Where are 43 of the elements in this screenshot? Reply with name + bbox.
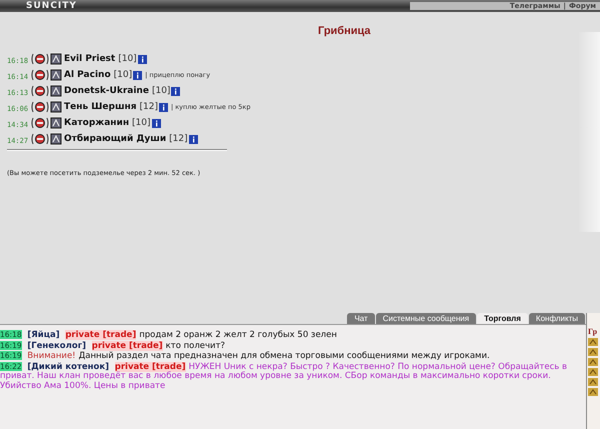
location-title: Грибница xyxy=(318,25,372,37)
info-icon[interactable] xyxy=(159,102,168,112)
info-icon[interactable] xyxy=(133,70,142,80)
emblem-icon xyxy=(31,53,49,65)
logo: SUNCITY xyxy=(25,1,77,11)
emblem-icon xyxy=(31,133,49,145)
info-icon[interactable] xyxy=(188,134,198,144)
info-icon[interactable] xyxy=(171,86,180,96)
player-level: [10] xyxy=(152,86,170,96)
chat-tab[interactable]: Чат xyxy=(347,313,375,324)
player-level: [10] xyxy=(132,118,151,128)
clan-icon xyxy=(50,117,62,129)
clan-icon xyxy=(588,378,598,386)
player-level: [12] xyxy=(169,134,188,144)
player-level: [12] xyxy=(140,102,158,112)
clan-icon xyxy=(50,53,62,65)
player-name[interactable]: Отбирающий Души xyxy=(64,134,166,144)
player-level: [10] xyxy=(114,70,132,80)
player-name[interactable]: Каторжанин xyxy=(64,118,130,128)
clan-icon xyxy=(50,101,62,113)
player-name[interactable]: Al Pacino xyxy=(64,70,111,80)
chat-tab[interactable]: Торговля xyxy=(477,313,528,324)
clan-icon xyxy=(50,69,62,81)
player-name[interactable]: Тень Шершня xyxy=(64,102,137,112)
chat-tab[interactable]: Системные сообщения xyxy=(376,313,476,324)
emblem-icon xyxy=(31,69,49,81)
player-name[interactable]: Evil Priest xyxy=(64,54,116,64)
emblem-icon xyxy=(31,117,49,129)
clan-icon xyxy=(588,338,598,346)
info-icon[interactable] xyxy=(138,54,147,64)
clan-icon xyxy=(588,348,598,356)
emblem-icon xyxy=(31,85,49,97)
clan-icon xyxy=(50,85,62,97)
player-level: [10] xyxy=(118,54,137,64)
clan-icon xyxy=(50,133,62,145)
side-panel-title: Гр xyxy=(588,327,598,336)
clan-icon xyxy=(588,368,598,376)
info-icon[interactable] xyxy=(152,118,161,128)
emblem-icon xyxy=(31,101,49,113)
chat-tab[interactable]: Конфликты xyxy=(528,313,585,324)
clan-icon xyxy=(588,358,598,366)
player-name[interactable]: Donetsk-Ukraine xyxy=(64,86,149,96)
clan-icon xyxy=(588,388,598,396)
